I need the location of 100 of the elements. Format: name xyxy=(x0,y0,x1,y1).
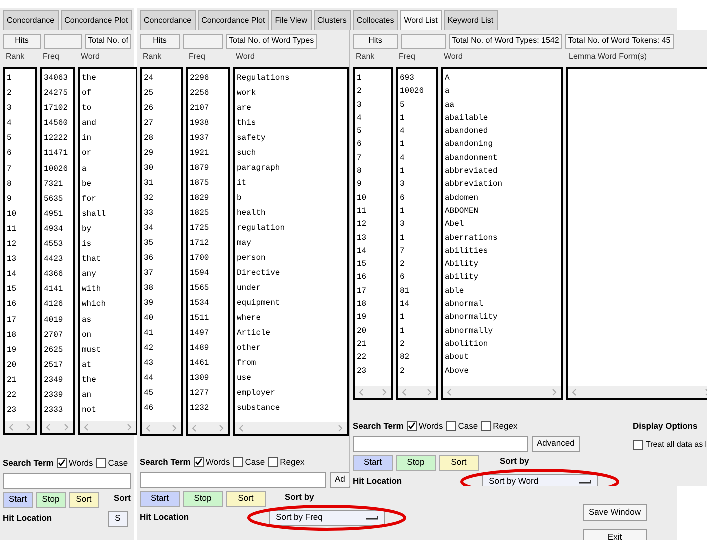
list-cell-text: 29 xyxy=(143,148,155,160)
list-cell-text: 7 xyxy=(356,152,363,165)
scroll-bar[interactable] xyxy=(80,421,136,433)
scroll-bar[interactable] xyxy=(235,422,347,434)
column-header[interactable]: Word xyxy=(233,51,349,67)
list-cell-text: 6 xyxy=(399,192,406,205)
list-cell-text: it xyxy=(236,178,248,190)
list-cell-text: ABDOMEN xyxy=(444,206,480,218)
scroll-bar[interactable] xyxy=(42,421,73,433)
list-cell-text: abnormally xyxy=(444,326,494,338)
list-cell-text: any xyxy=(81,269,98,282)
tab[interactable]: Concordance xyxy=(140,10,196,30)
start-button[interactable]: Start xyxy=(3,492,33,508)
empty-field xyxy=(401,34,446,49)
list-cell-text: abbreviated xyxy=(444,166,499,178)
tab[interactable]: Concordance xyxy=(3,10,59,30)
list-cell-text: 11471 xyxy=(43,148,70,160)
tab[interactable]: Keyword List xyxy=(444,10,498,30)
tab[interactable]: Collocates xyxy=(352,10,398,30)
column-header[interactable]: Rank xyxy=(140,51,183,67)
stop-button[interactable]: Stop xyxy=(183,490,223,507)
tab[interactable]: Word List xyxy=(400,10,442,30)
list-cell-text: 1309 xyxy=(189,373,210,385)
list-cell-text: 3 xyxy=(399,179,406,192)
list-cell-text: 10026 xyxy=(399,86,426,98)
window-button[interactable]: Save Window xyxy=(583,504,647,521)
sort-dropdown[interactable]: Sort by Freq xyxy=(269,510,386,526)
sort-button[interactable]: Sort xyxy=(69,492,99,508)
list-cell-text: 14560 xyxy=(43,118,70,130)
sort-dropdown[interactable]: Sort by Word xyxy=(482,474,598,486)
list-cell-text: must xyxy=(81,344,102,357)
list-cell-text: 19 xyxy=(356,312,368,324)
checkbox[interactable] xyxy=(268,457,278,468)
empty-field xyxy=(183,34,223,49)
list-cell-text: 35 xyxy=(143,238,155,250)
list-cell-text: 7 xyxy=(6,164,13,176)
scroll-bar[interactable] xyxy=(355,386,391,398)
start-button[interactable]: Start xyxy=(140,490,180,507)
totals-label: Total No. of Word Types: 1542 xyxy=(449,34,562,49)
scroll-bar[interactable] xyxy=(188,422,228,434)
column-header[interactable]: Rank xyxy=(3,51,37,67)
tab[interactable]: Clusters xyxy=(314,10,351,30)
option-label: Words xyxy=(206,456,230,469)
sort-button[interactable]: Sort xyxy=(439,454,479,471)
checkbox[interactable] xyxy=(233,457,244,468)
scroll-bar[interactable] xyxy=(398,386,436,398)
advanced-button[interactable]: Advanced xyxy=(532,436,580,452)
stop-button[interactable]: Stop xyxy=(36,492,66,508)
list-cell-text: this xyxy=(236,118,258,130)
checkbox[interactable] xyxy=(446,421,456,432)
column-header[interactable]: Freq xyxy=(186,51,230,67)
list-cell-text: that xyxy=(81,254,102,266)
column-header[interactable]: Lemma Word Form(s) xyxy=(566,51,707,67)
list-cell-text: 1700 xyxy=(189,253,210,265)
list-cell-text: 40 xyxy=(143,313,155,325)
list-cell-text: 37 xyxy=(143,268,155,280)
list-cell-text: 10 xyxy=(356,192,368,205)
hit-location-label: Hit Location xyxy=(140,511,190,524)
list-cell-text: A xyxy=(444,73,451,85)
window-button[interactable]: Exit xyxy=(583,529,647,540)
list-cell-text: 30 xyxy=(143,163,155,175)
checkbox[interactable] xyxy=(633,440,643,450)
checkbox[interactable] xyxy=(194,457,204,468)
checkbox[interactable] xyxy=(406,421,417,432)
stop-button[interactable]: Stop xyxy=(396,454,436,471)
option-label: Words xyxy=(418,420,444,433)
list-cell-text: abandoned xyxy=(444,126,490,138)
search-field[interactable] xyxy=(140,472,326,488)
tab[interactable]: Concordance Plot xyxy=(198,10,270,30)
list-cell-text: 32 xyxy=(143,193,155,205)
list-cell-text: 1534 xyxy=(189,298,210,310)
column-header[interactable]: Freq xyxy=(40,51,75,67)
start-button[interactable]: Start xyxy=(353,454,393,471)
checkbox[interactable] xyxy=(56,458,67,468)
list-cell-text: 2 xyxy=(6,88,13,100)
column-header[interactable]: Rank xyxy=(353,51,393,67)
list-cell-text: Above xyxy=(444,366,470,378)
list-cell-text: is xyxy=(81,239,93,252)
search-field[interactable] xyxy=(3,472,131,489)
column-header[interactable]: Word xyxy=(441,51,563,67)
scroll-bar[interactable] xyxy=(142,422,181,434)
list-cell-text: 8 xyxy=(356,166,363,178)
search-field[interactable] xyxy=(353,436,528,452)
list-cell-text: 2517 xyxy=(43,360,64,372)
list-cell-text: 18 xyxy=(356,299,368,312)
scroll-bar[interactable] xyxy=(443,386,561,398)
dropdown-button[interactable]: S xyxy=(108,510,128,527)
sort-button[interactable]: Sort xyxy=(226,490,266,507)
checkbox[interactable] xyxy=(96,458,106,468)
advanced-button[interactable]: Ad xyxy=(330,472,350,488)
tab[interactable]: Concordance Plot xyxy=(60,10,132,30)
scroll-bar[interactable] xyxy=(568,386,707,398)
list-cell-text: 6 xyxy=(356,139,363,152)
tab[interactable]: File View xyxy=(271,10,312,30)
scroll-bar[interactable] xyxy=(5,421,35,433)
list-cell-text: 44 xyxy=(143,373,155,385)
list-cell-text: 1497 xyxy=(189,328,210,340)
column-header[interactable]: Freq xyxy=(396,51,438,67)
column-header[interactable]: Word xyxy=(78,51,138,67)
checkbox[interactable] xyxy=(481,421,492,432)
